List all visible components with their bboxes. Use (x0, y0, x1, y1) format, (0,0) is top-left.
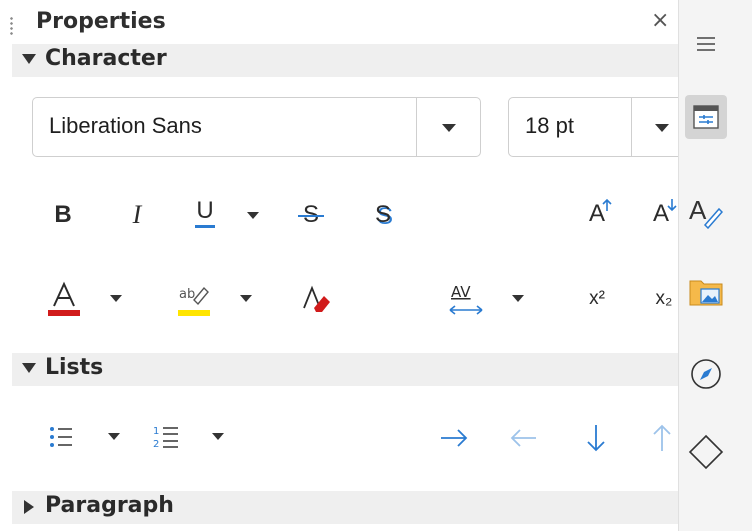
ordered-list-dropdown-arrow[interactable] (212, 433, 224, 440)
drag-handle[interactable] (10, 16, 13, 36)
font-name-combobox[interactable]: Liberation Sans (32, 97, 481, 157)
properties-panel: Properties × Character Liberation Sans 1… (0, 0, 678, 531)
section-label-lists: Lists (45, 355, 104, 380)
increase-indent-button[interactable] (438, 424, 470, 452)
shadow-glyph: S (374, 201, 391, 228)
arrow-down-icon (587, 425, 605, 452)
sidebar-tab-properties[interactable] (685, 95, 727, 139)
underline-button[interactable]: U (190, 196, 220, 230)
menu-icon (697, 37, 715, 51)
spacing-icon: AV (449, 283, 483, 315)
character-spacing-button[interactable]: AV (446, 280, 486, 320)
grow-font-button[interactable]: A (580, 196, 614, 232)
bold-button[interactable]: B (48, 198, 78, 232)
underline-bar (195, 224, 215, 228)
navigator-icon (691, 359, 721, 389)
unordered-list-dropdown-arrow[interactable] (108, 433, 120, 440)
arrow-up-icon (653, 424, 671, 451)
section-header-paragraph[interactable]: Paragraph (12, 491, 678, 524)
shrink-font-button[interactable]: A (646, 196, 677, 232)
font-color-button[interactable] (46, 280, 82, 320)
highlight-dropdown-arrow[interactable] (240, 295, 252, 302)
arrow-right-icon (441, 429, 468, 447)
collapsed-triangle-icon (24, 500, 34, 514)
italic-button[interactable]: I (122, 198, 152, 232)
font-color-icon (48, 281, 80, 316)
svg-text:2: 2 (153, 439, 159, 450)
chevron-down-icon[interactable] (655, 124, 669, 132)
close-button[interactable]: × (651, 10, 669, 32)
properties-icon (693, 105, 719, 129)
sidebar-tab-navigator[interactable] (686, 354, 726, 394)
move-up-button[interactable] (650, 422, 674, 454)
numbered-list-icon: 1 2 (153, 426, 178, 450)
unordered-list-button[interactable] (48, 422, 76, 452)
font-size-value: 18 pt (525, 113, 574, 138)
strike-line (298, 215, 324, 217)
highlight-color-button[interactable]: ab (176, 280, 212, 320)
section-label-character: Character (45, 46, 167, 71)
sidebar-menu-button[interactable] (686, 24, 726, 64)
eraser-icon (303, 285, 330, 312)
svg-text:ab: ab (179, 287, 195, 302)
font-name-value: Liberation Sans (49, 113, 202, 138)
clear-formatting-button[interactable] (298, 282, 334, 318)
sidebar-tab-gallery[interactable] (686, 271, 726, 311)
panel-title: Properties (36, 9, 166, 34)
gallery-icon (689, 280, 723, 306)
arrow-left-icon (510, 429, 536, 447)
section-header-lists[interactable]: Lists (12, 353, 678, 386)
sidebar-tabbar: A (678, 0, 752, 531)
move-down-button[interactable] (584, 422, 608, 454)
styles-icon: A (689, 195, 723, 229)
arrow-up-icon (602, 198, 612, 211)
font-color-dropdown-arrow[interactable] (110, 295, 122, 302)
decrease-indent-button[interactable] (508, 424, 540, 452)
shadow-button[interactable]: S (368, 198, 398, 232)
shapes-icon (688, 434, 724, 470)
expand-triangle-icon (22, 54, 36, 64)
ordered-list-button[interactable]: 1 2 (152, 422, 180, 452)
sidebar-tab-shapes[interactable] (686, 432, 726, 472)
panel-titlebar: Properties × (0, 0, 678, 44)
bullet-list-icon (50, 427, 72, 447)
spacing-dropdown-arrow[interactable] (512, 295, 524, 302)
section-label-paragraph: Paragraph (45, 493, 174, 518)
arrow-down-icon (667, 199, 677, 212)
svg-text:AV: AV (451, 283, 471, 301)
svg-text:1: 1 (153, 426, 159, 437)
highlight-icon: ab (178, 286, 210, 316)
strikethrough-button[interactable]: S (296, 198, 326, 232)
chevron-down-icon[interactable] (442, 124, 456, 132)
font-size-combobox[interactable]: 18 pt (508, 97, 678, 157)
section-header-character[interactable]: Character (12, 44, 678, 77)
underline-glyph: U (196, 196, 214, 224)
subscript-button[interactable]: x₂ (646, 284, 678, 314)
expand-triangle-icon (22, 363, 36, 373)
svg-text:A: A (689, 195, 707, 225)
underline-dropdown-arrow[interactable] (247, 212, 259, 219)
superscript-button[interactable]: x² (579, 284, 615, 314)
sidebar-tab-styles[interactable]: A (686, 192, 726, 232)
